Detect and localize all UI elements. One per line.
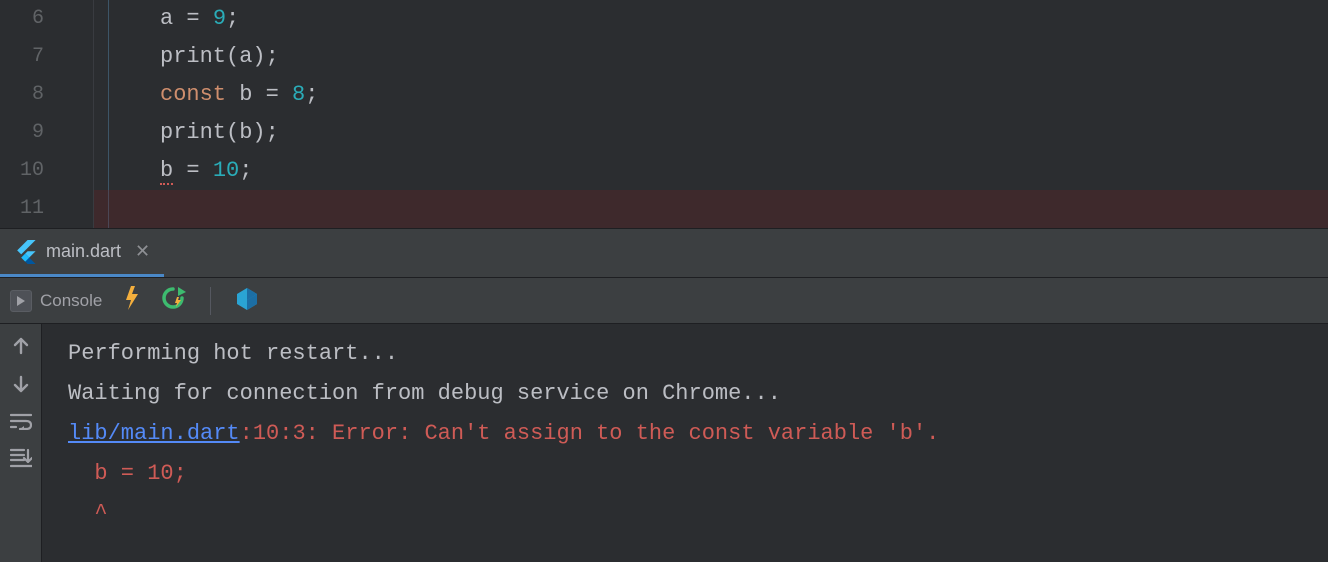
line-number[interactable]: 11 [0,190,62,228]
console-line: lib/main.dart:10:3: Error: Can't assign … [68,414,1328,454]
run-tab-bar: main.dart ✕ [0,228,1328,278]
hot-restart-button[interactable] [160,285,186,316]
console-line: Waiting for connection from debug servic… [68,374,1328,414]
console-toggle-icon [10,290,32,312]
console-side-toolbar [0,324,42,562]
code-line[interactable]: print(a); [94,38,1328,76]
console-output[interactable]: Performing hot restart...Waiting for con… [42,324,1328,562]
gutter-strip [62,0,94,228]
flutter-icon [16,240,36,264]
console-file-link[interactable]: lib/main.dart [68,421,240,446]
console-toggle[interactable]: Console [10,290,102,312]
run-tab-main-dart[interactable]: main.dart ✕ [0,229,164,277]
code-line[interactable] [94,190,1328,228]
code-line[interactable]: const b = 8; [94,76,1328,114]
code-line[interactable]: b = 10; [94,152,1328,190]
console-line: b = 10; [68,454,1328,494]
scroll-to-end-button[interactable] [10,448,32,468]
code-editor[interactable]: 67891011 a = 9;print(a);const b = 8;prin… [0,0,1328,228]
console-line: ^ [68,494,1328,534]
code-line[interactable]: a = 9; [94,0,1328,38]
line-number[interactable]: 8 [0,76,62,114]
toolbar-divider [210,287,211,315]
scroll-up-button[interactable] [11,336,31,356]
line-number[interactable]: 9 [0,114,62,152]
console-pane: Performing hot restart...Waiting for con… [0,324,1328,562]
line-number-gutter: 67891011 [0,0,62,228]
close-icon[interactable]: ✕ [135,241,150,262]
code-content[interactable]: a = 9;print(a);const b = 8;print(b);b = … [94,0,1328,228]
devtools-button[interactable] [235,286,259,315]
tab-filename: main.dart [46,241,121,262]
scroll-down-button[interactable] [11,374,31,394]
soft-wrap-button[interactable] [10,412,32,430]
line-number[interactable]: 10 [0,152,62,190]
code-line[interactable]: print(b); [94,114,1328,152]
line-number[interactable]: 6 [0,0,62,38]
console-toolbar: Console [0,278,1328,324]
console-line: Performing hot restart... [68,334,1328,374]
hot-reload-button[interactable] [120,285,142,316]
line-number[interactable]: 7 [0,38,62,76]
console-label: Console [40,291,102,311]
